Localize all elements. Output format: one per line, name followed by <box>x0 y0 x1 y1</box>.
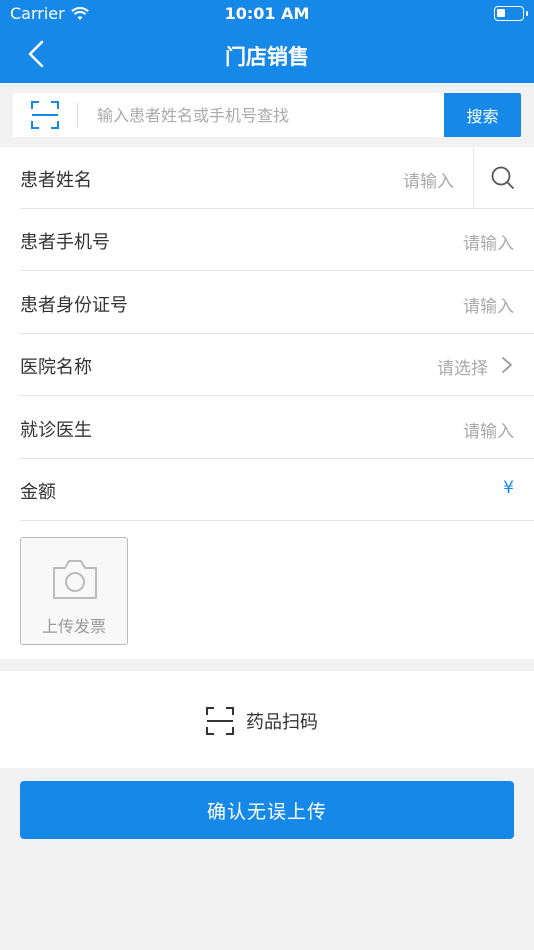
patient-name-input[interactable]: 请输入 <box>403 167 454 192</box>
upload-invoice-button[interactable]: 上传发票 <box>20 537 128 645</box>
row-patient-id[interactable]: 患者身份证号 请输入 <box>0 272 534 334</box>
confirm-upload-button[interactable]: 确认无误上传 <box>20 781 514 839</box>
scan-icon[interactable] <box>31 101 59 129</box>
chevron-right-icon <box>502 357 512 373</box>
status-bar: Carrier 10:01 AM <box>0 0 534 28</box>
row-doctor[interactable]: 就诊医生 请输入 <box>0 397 534 459</box>
search-bar: 搜索 <box>0 83 534 147</box>
drug-scan-label: 药品扫码 <box>246 712 318 733</box>
amount-label: 金额 <box>20 482 56 503</box>
patient-id-input[interactable]: 请输入 <box>463 292 514 317</box>
patient-phone-label: 患者手机号 <box>20 232 110 253</box>
patient-phone-input[interactable]: 请输入 <box>463 229 514 254</box>
drug-scan-section: 药品扫码 <box>0 671 534 768</box>
row-patient-phone[interactable]: 患者手机号 请输入 <box>0 209 534 271</box>
upload-invoice-label: 上传发票 <box>41 617 106 636</box>
hospital-label: 医院名称 <box>20 357 92 378</box>
scan-icon <box>206 707 234 735</box>
patient-id-label: 患者身份证号 <box>20 295 128 316</box>
row-divider <box>20 395 534 396</box>
camera-icon <box>53 560 97 599</box>
hospital-select[interactable]: 请选择 <box>437 354 488 379</box>
row-divider <box>20 270 534 271</box>
row-hospital[interactable]: 医院名称 请选择 <box>0 334 534 396</box>
row-patient-name[interactable]: 患者姓名 请输入 <box>0 147 534 209</box>
patient-form: 患者姓名 请输入 患者手机号 请输入 患者身份证号 请输入 医院名称 请选择 就… <box>0 147 534 659</box>
nav-bar: 门店销售 <box>0 30 534 80</box>
search-separator <box>77 103 78 127</box>
header: Carrier 10:01 AM 门店销售 <box>0 0 534 83</box>
amount-input[interactable]: ¥ <box>503 478 514 498</box>
drug-scan-button[interactable]: 药品扫码 <box>206 707 318 735</box>
patient-name-label: 患者姓名 <box>20 170 92 191</box>
row-separator <box>473 147 474 209</box>
battery-icon <box>494 6 528 21</box>
row-divider <box>20 520 534 521</box>
page-title: 门店销售 <box>225 45 309 69</box>
search-button[interactable]: 搜索 <box>444 93 521 137</box>
status-time: 10:01 AM <box>224 4 310 23</box>
search-icon[interactable] <box>490 165 516 191</box>
doctor-input[interactable]: 请输入 <box>463 417 514 442</box>
row-amount[interactable]: 金额 ¥ <box>0 459 534 521</box>
search-box: 搜索 <box>13 93 521 137</box>
doctor-label: 就诊医生 <box>20 420 92 441</box>
search-input[interactable] <box>97 99 437 131</box>
